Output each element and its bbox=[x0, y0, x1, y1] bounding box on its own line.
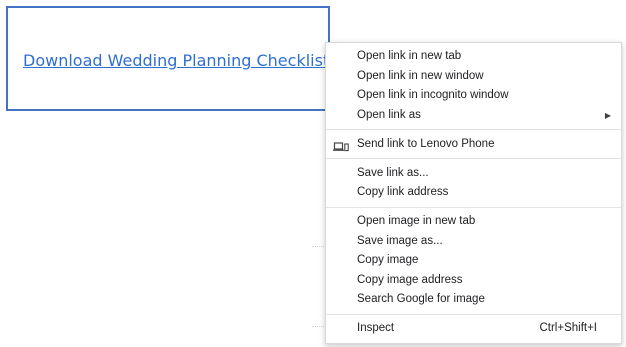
menu-item-label: Open image in new tab bbox=[357, 215, 476, 227]
menu-item-open-link-new-window[interactable]: Open link in new window bbox=[326, 67, 621, 87]
menu-item-label: Send link to Lenovo Phone bbox=[357, 137, 495, 150]
menu-item-open-link-as[interactable]: Open link as ▶ bbox=[326, 106, 621, 126]
menu-item-label: Open link in new window bbox=[357, 69, 484, 82]
menu-item-copy-image-address[interactable]: Copy image address bbox=[326, 271, 621, 291]
menu-separator bbox=[326, 206, 621, 208]
context-menu: Open link in new tab Open link in new wi… bbox=[325, 42, 622, 344]
menu-item-label: Open link as bbox=[357, 108, 421, 121]
divider-dots bbox=[312, 246, 326, 247]
divider-dots bbox=[312, 326, 326, 327]
menu-separator bbox=[326, 129, 621, 130]
menu-item-search-google-for-image[interactable]: Search Google for image bbox=[326, 290, 621, 310]
submenu-arrow-icon: ▶ bbox=[604, 110, 611, 120]
menu-item-label: Save link as... bbox=[357, 166, 429, 179]
menu-item-label: Search Google for image bbox=[357, 293, 485, 305]
menu-item-open-image-new-tab[interactable]: Open image in new tab bbox=[326, 212, 621, 232]
menu-item-save-image-as[interactable]: Save image as... bbox=[326, 232, 621, 252]
menu-item-open-link-incognito[interactable]: Open link in incognito window bbox=[326, 86, 621, 106]
menu-item-inspect[interactable]: Inspect Ctrl+Shift+I bbox=[326, 319, 621, 339]
menu-item-save-link-as[interactable]: Save link as... bbox=[326, 164, 621, 184]
link-box: Download Wedding Planning Checklist bbox=[6, 6, 330, 111]
menu-item-open-link-new-tab[interactable]: Open link in new tab bbox=[326, 47, 621, 67]
menu-item-label: Open link in incognito window bbox=[357, 89, 509, 101]
menu-item-copy-link-address[interactable]: Copy link address bbox=[326, 183, 621, 203]
menu-item-send-link-to-phone[interactable]: Send link to Lenovo Phone bbox=[326, 135, 621, 155]
menu-separator bbox=[326, 313, 621, 315]
laptop-phone-icon bbox=[333, 140, 349, 151]
menu-item-label: Copy link address bbox=[357, 186, 449, 198]
menu-item-label: Save image as... bbox=[357, 234, 443, 247]
menu-item-label: Inspect bbox=[357, 322, 395, 334]
menu-item-copy-image[interactable]: Copy image bbox=[326, 251, 621, 271]
menu-item-shortcut: Ctrl+Shift+I bbox=[539, 322, 597, 334]
menu-item-label: Copy image address bbox=[357, 273, 463, 286]
menu-item-label: Open link in new tab bbox=[357, 50, 462, 62]
menu-separator bbox=[326, 158, 621, 159]
menu-item-label: Copy image bbox=[357, 254, 419, 266]
download-checklist-link[interactable]: Download Wedding Planning Checklist bbox=[23, 51, 329, 70]
